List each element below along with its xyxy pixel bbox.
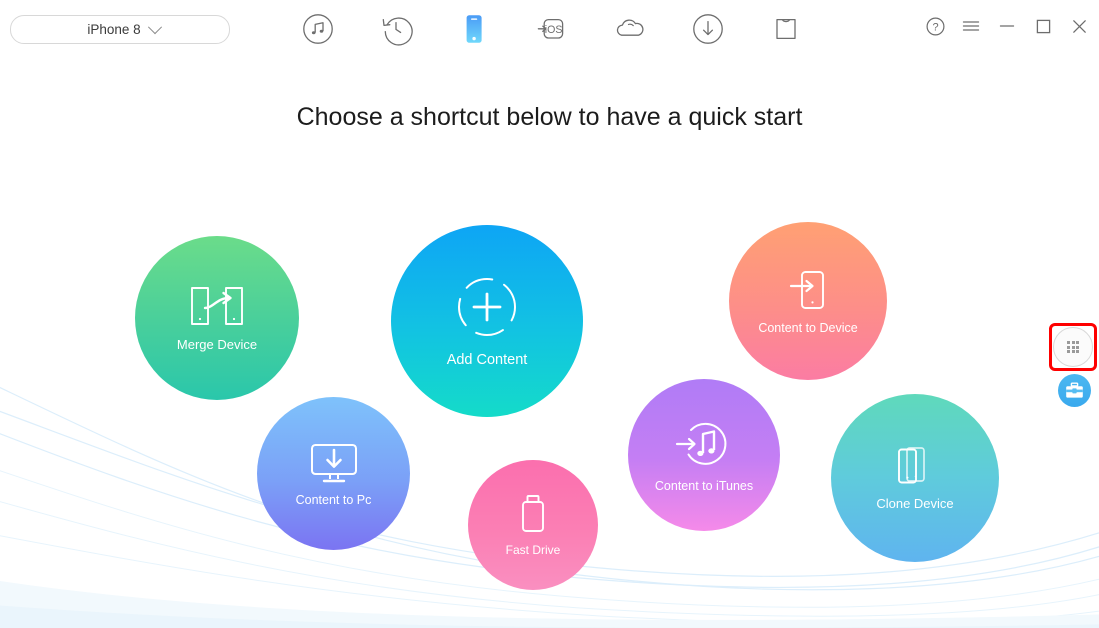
shortcut-label: Fast Drive [505,543,561,557]
minimize-button[interactable] [997,16,1017,36]
toolbar-item-cloud[interactable] [608,7,652,51]
toolbox-button[interactable] [1058,374,1091,407]
menu-button[interactable] [961,16,981,36]
plus-dashed-circle-icon [454,274,520,340]
shortcut-clone-device[interactable]: Clone Device [831,394,999,562]
toolbar-item-to-ios[interactable]: iOS [530,7,574,51]
arrow-music-circle-icon [674,417,734,471]
shortcut-add-content[interactable]: Add Content [391,225,583,417]
to-ios-icon: iOS [537,18,564,39]
shortcut-label: Content to Device [758,321,858,335]
arrow-into-phone-icon [785,267,831,313]
maximize-icon [1036,19,1050,33]
shortcuts-stage: Merge Device Add Content Content to Devi… [0,0,1099,628]
device-selector[interactable]: iPhone 8 [10,15,230,44]
shortcut-merge-device[interactable]: Merge Device [135,236,299,400]
title-bar: iPhone 8 iOS ? [0,0,1099,58]
close-button[interactable] [1069,16,1089,36]
shortcut-content-to-itunes[interactable]: Content to iTunes [628,379,780,531]
toolbar-item-toolkit[interactable] [764,7,808,51]
download-circle-icon [693,14,723,44]
cloud-icon [616,19,644,36]
hamburger-menu-icon [962,21,980,31]
to-ios-label: iOS [545,24,563,36]
apps-grid-button[interactable] [1053,327,1093,367]
page-title: Choose a shortcut below to have a quick … [296,103,803,131]
shortcut-label: Content to iTunes [654,479,754,493]
toolbar-item-download[interactable] [686,7,730,51]
shortcut-content-to-pc[interactable]: Content to Pc [257,397,410,550]
shortcut-label: Content to Pc [295,492,372,507]
minimize-icon [999,25,1015,27]
monitor-download-icon [308,441,360,485]
phone-icon [466,15,482,43]
toolbar-item-device[interactable] [452,7,496,51]
main-toolbar: iOS [296,6,808,52]
maximize-button[interactable] [1033,16,1053,36]
music-circle-icon [303,14,333,44]
shortcut-content-to-device[interactable]: Content to Device [729,222,887,380]
help-button[interactable]: ? [925,16,945,36]
history-clock-icon [382,17,413,46]
shortcut-label: Clone Device [876,496,954,511]
shortcut-label: Merge Device [176,337,258,352]
shortcut-fast-drive[interactable]: Fast Drive [468,460,598,590]
shortcut-label: Add Content [446,352,528,368]
tshirt-icon [776,18,796,40]
toolbar-item-music[interactable] [296,7,340,51]
apps-grid-icon [1066,340,1080,354]
toolbar-item-restore[interactable] [374,7,418,51]
help-circle-icon: ? [926,17,944,35]
two-phones-icon [893,445,937,487]
device-name-label: iPhone 8 [87,22,141,37]
window-controls: ? [925,16,1089,36]
apps-grid-button-highlight[interactable] [1049,323,1097,371]
two-phones-arrow-icon [189,284,245,328]
usb-drive-icon [516,493,550,535]
toolbox-icon [1066,382,1083,398]
chevron-down-icon [147,19,162,34]
svg-text:?: ? [932,21,938,33]
close-icon [1072,19,1086,33]
